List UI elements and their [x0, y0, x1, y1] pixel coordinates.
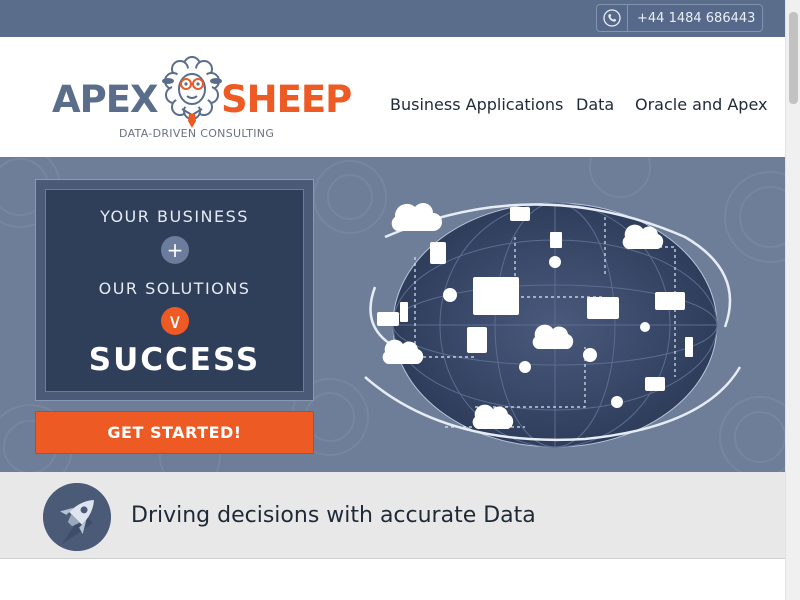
phone-number[interactable]: +44 1484 686443	[628, 11, 755, 26]
sheep-mascot-icon	[162, 56, 222, 128]
logo-word-apex: APEX	[52, 78, 159, 121]
logo-tagline: DATA-DRIVEN CONSULTING	[119, 127, 275, 140]
chevron-down-icon: ∨	[161, 307, 189, 335]
band-heading: Driving decisions with accurate Data	[131, 503, 536, 528]
phone-contact[interactable]: +44 1484 686443	[596, 4, 763, 32]
rocket-icon	[43, 483, 111, 551]
nav-business-applications[interactable]: Business Applications	[390, 95, 563, 114]
site-header: APEX SHEEP DATA-DRIVEN CONSULTING Busine…	[0, 37, 785, 157]
page-scrollbar[interactable]	[785, 0, 800, 600]
hero-success-heading: SUCCESS	[88, 342, 261, 378]
scrollbar-thumb[interactable]	[789, 12, 798, 104]
nav-data[interactable]: Data	[576, 95, 614, 114]
value-proposition-inner: YOUR BUSINESS + OUR SOLUTIONS ∨ SUCCESS	[45, 189, 304, 392]
feature-band: Driving decisions with accurate Data	[0, 472, 785, 559]
phone-icon	[597, 5, 628, 31]
brand-logo[interactable]: APEX SHEEP DATA-DRIVEN CONSULTING	[52, 51, 352, 143]
get-started-button[interactable]: GET STARTED!	[35, 411, 314, 454]
hero-section: YOUR BUSINESS + OUR SOLUTIONS ∨ SUCCESS …	[0, 157, 785, 472]
nav-oracle-and-apex[interactable]: Oracle and Apex	[635, 95, 767, 114]
top-bar: +44 1484 686443	[0, 0, 785, 37]
logo-word-sheep: SHEEP	[221, 78, 352, 121]
hero-line-our-solutions: OUR SOLUTIONS	[98, 279, 251, 298]
value-proposition-panel: YOUR BUSINESS + OUR SOLUTIONS ∨ SUCCESS	[35, 179, 314, 401]
cloud-network-globe-icon	[364, 202, 742, 448]
hero-line-your-business: YOUR BUSINESS	[100, 207, 249, 226]
plus-icon: +	[161, 236, 189, 264]
